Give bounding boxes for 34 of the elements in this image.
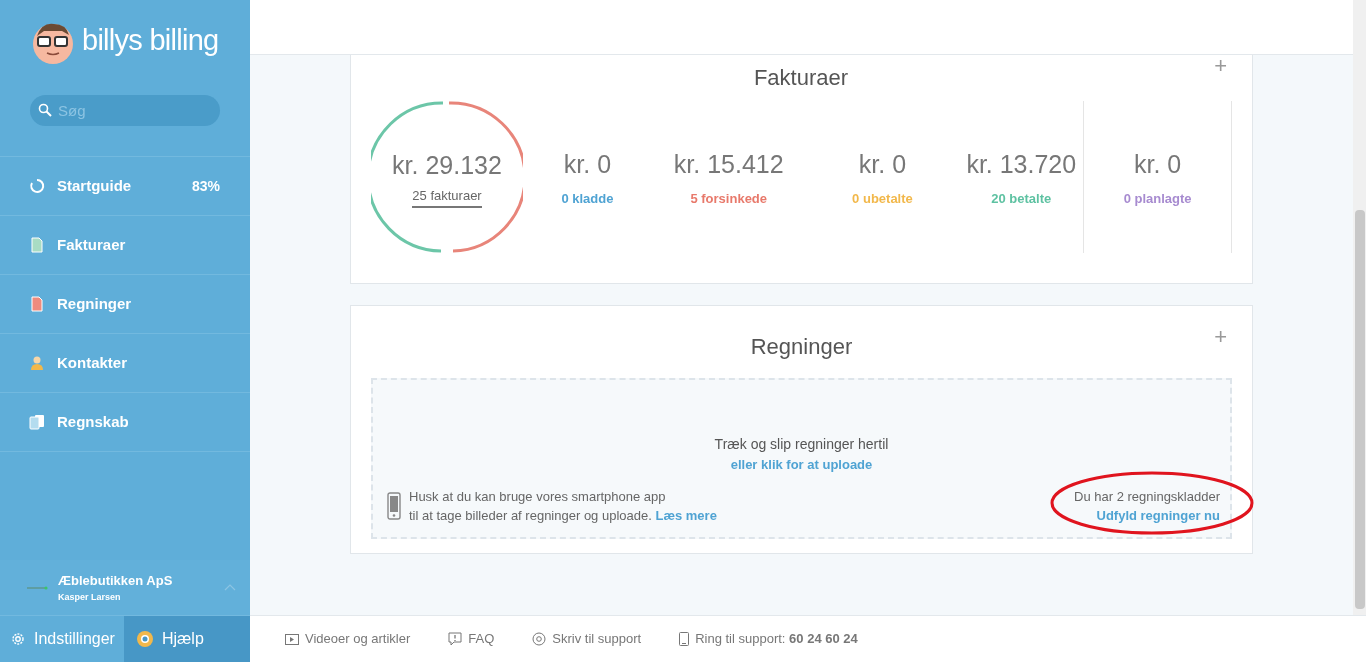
- stat-amount: kr. 0: [1134, 148, 1182, 180]
- add-button[interactable]: +: [1214, 326, 1227, 348]
- stat-label[interactable]: 20 betalte: [991, 189, 1052, 209]
- stat-label[interactable]: 0 planlagte: [1123, 189, 1192, 209]
- footer-link[interactable]: Skriv til support: [532, 629, 642, 649]
- read-more-link[interactable]: Læs mere: [655, 508, 717, 523]
- stat-label[interactable]: 0 kladde: [561, 189, 614, 209]
- stat-amount: kr. 15.412: [673, 148, 784, 180]
- app-tip-text: til at tage billeder af regninger og uploade.: [409, 508, 653, 523]
- drop-zone[interactable]: Træk og slip regninger hertil eller klik for at uploade Husk at du kan bruge vores smartphone app til at tage billeder af regninger og uploade. Læs mere Du har 2 regningskladder Udfyld regninger nu: [371, 378, 1232, 539]
- fill-bills-link[interactable]: Udfyld regninger nu: [1096, 506, 1220, 525]
- app-tip-text: Husk at du kan bruge vores smartphone app: [409, 488, 667, 506]
- card-title: Fakturaer: [752, 64, 850, 92]
- user-name: Kasper Larsen: [58, 590, 122, 604]
- logo-text: billys billing: [82, 26, 219, 55]
- drop-zone-text: Træk og slip regninger hertil: [714, 435, 889, 454]
- card-title: Regninger: [750, 333, 853, 361]
- footer-link[interactable]: Videoer og artikler: [285, 629, 411, 649]
- footer-link[interactable]: FAQ: [448, 629, 495, 649]
- stat-amount: kr. 0: [858, 148, 907, 180]
- upload-link[interactable]: eller klik for at uploade: [730, 455, 873, 475]
- stat-amount: kr. 0: [563, 148, 612, 180]
- footer-link[interactable]: Ring til support: 60 24 60 24: [679, 629, 858, 649]
- invoice-count-link[interactable]: 25 fakturaer: [412, 186, 482, 208]
- search-field[interactable]: Søg: [30, 95, 220, 126]
- help-button[interactable]: Hjælp: [124, 616, 250, 662]
- progress-percent: 83%: [191, 176, 220, 196]
- company-name: Æblebutikken ApS: [58, 572, 174, 590]
- stat-amount: kr. 13.720: [966, 148, 1077, 180]
- drafts-text: Du har 2 regningskladder: [1074, 488, 1220, 506]
- stat-label[interactable]: 5 forsinkede: [690, 189, 768, 209]
- stat-label[interactable]: 0 ubetalte: [852, 189, 913, 209]
- total-amount: kr. 29.132: [392, 149, 502, 181]
- add-button[interactable]: +: [1214, 55, 1227, 77]
